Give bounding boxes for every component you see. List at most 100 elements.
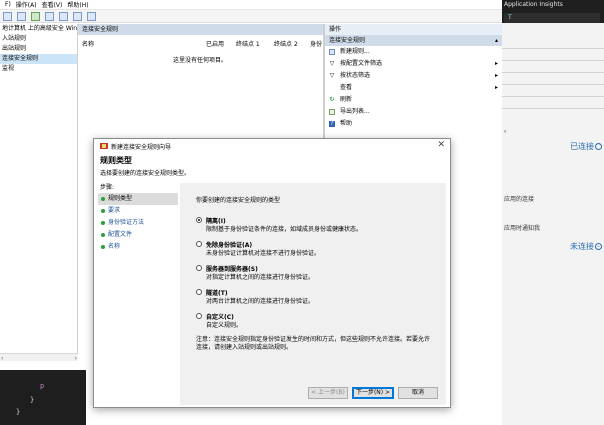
filter-icon: ▽ xyxy=(329,60,335,67)
submenu-arrow-icon: ▸ xyxy=(494,84,498,91)
actions-section-header[interactable]: 连接安全规则 ▴ xyxy=(325,35,502,46)
menu-item-view[interactable]: 查看(V) xyxy=(42,0,63,9)
steps-label: 步骤: xyxy=(100,184,115,191)
radio-custom[interactable] xyxy=(196,313,202,319)
firewall-icon xyxy=(100,143,108,149)
tree-horizontal-scrollbar[interactable]: ‹ › xyxy=(0,353,78,362)
refresh-icon: ↻ xyxy=(329,96,335,103)
menu-bar: F) 操作(A) 查看(V) 帮助(H) xyxy=(0,0,502,10)
background-app-strip: Application Insights T 。 已连接 ⌃ 应用的连接 应用时… xyxy=(502,0,604,425)
wizard-buttons: < 上一步(B) 下一步(N) > 取消 xyxy=(308,387,438,399)
action-help[interactable]: ? 帮助 xyxy=(325,118,502,130)
action-label: 帮助 xyxy=(340,120,353,127)
chevron-up-icon[interactable]: ⌃ xyxy=(595,143,602,150)
properties-icon[interactable] xyxy=(87,11,96,21)
radio-server-to-server[interactable] xyxy=(196,265,202,271)
fragment-text: 。 xyxy=(504,127,511,134)
wizard-content: 你要创建的连接安全规则的类型 隔离(I) 限制基于身份验证条件的连接，如域成员身… xyxy=(180,183,446,405)
step-dot-icon xyxy=(101,209,105,213)
export-icon xyxy=(329,109,335,115)
column-header-name[interactable]: 名称 xyxy=(82,40,94,49)
action-refresh[interactable]: ↻ 刷新 xyxy=(325,94,502,106)
column-header-endpoint1[interactable]: 终结点 1 xyxy=(236,40,260,49)
next-button[interactable]: 下一步(N) > xyxy=(352,387,394,399)
toolbar xyxy=(0,10,502,23)
tree-item-outbound-rules[interactable]: 出站规则 xyxy=(0,44,77,54)
action-label: 刷新 xyxy=(340,96,353,103)
tree-item-inbound-rules[interactable]: 入站规则 xyxy=(0,34,77,44)
disconnected-status: 未连接 xyxy=(570,242,594,251)
actions-section-label: 连接安全规则 xyxy=(329,37,366,44)
question-text: 你要创建的连接安全规则的类型 xyxy=(196,197,281,204)
actions-header: 操作 xyxy=(325,24,502,35)
wizard-steps: 步骤: 规则类型 要求 身份验证方法 配置文件 名称 xyxy=(98,183,178,407)
radio-authentication-exemption[interactable] xyxy=(196,241,202,247)
column-header-enabled[interactable]: 已启用 xyxy=(206,40,224,49)
step-profile[interactable]: 配置文件 xyxy=(98,229,178,241)
step-name[interactable]: 名称 xyxy=(98,241,178,253)
step-authentication-method[interactable]: 身份验证方法 xyxy=(98,217,178,229)
connected-status: 已连接 xyxy=(570,142,594,151)
step-dot-icon xyxy=(101,245,105,249)
action-new-rule[interactable]: 新建规则... xyxy=(325,46,502,58)
dialog-header: 规则类型 选择要创建的连接安全规则类型。 xyxy=(100,155,190,177)
radio-isolation[interactable] xyxy=(196,217,202,223)
menu-item-file[interactable]: F) xyxy=(5,1,11,8)
fragment-text: 应用的连接 xyxy=(504,196,535,203)
code-editor-fragment: p } } xyxy=(0,370,86,425)
action-label: 按配置文件筛选 xyxy=(340,60,383,67)
chevron-down-icon[interactable]: ⌄ xyxy=(595,243,602,250)
cancel-button[interactable]: 取消 xyxy=(398,387,438,399)
dialog-heading: 规则类型 xyxy=(100,156,132,165)
step-dot-icon xyxy=(101,221,105,225)
action-export-list[interactable]: 导出列表... xyxy=(325,106,502,118)
console-tree: 地计算机 上的高级安全 Win 入站规则 出站规则 连接安全规则 监视 xyxy=(0,24,78,360)
scroll-left-icon[interactable]: ‹ xyxy=(1,355,3,362)
fragment-text: 应用时通知我 xyxy=(504,225,541,232)
export-icon[interactable] xyxy=(59,11,68,21)
step-rule-type[interactable]: 规则类型 xyxy=(98,193,178,205)
submenu-arrow-icon: ▸ xyxy=(494,60,498,67)
help-icon[interactable] xyxy=(73,11,82,21)
action-label: 导出列表... xyxy=(340,108,370,115)
vs-titlebar: Application Insights T xyxy=(502,0,604,23)
help-icon: ? xyxy=(329,120,335,127)
scroll-right-icon[interactable]: › xyxy=(75,355,77,362)
dialog-subheading: 选择要创建的连接安全规则类型。 xyxy=(100,170,191,177)
column-header-endpoint2[interactable]: 终结点 2 xyxy=(274,40,298,49)
menu-item-help[interactable]: 帮助(H) xyxy=(67,0,88,9)
dialog-titlebar: 新建连接安全规则向导 ✕ xyxy=(94,139,450,153)
editor-tab[interactable]: T xyxy=(504,13,600,23)
menu-item-action[interactable]: 操作(A) xyxy=(16,0,37,9)
tree-item-connection-security-rules[interactable]: 连接安全规则 xyxy=(0,54,77,64)
tree-item-monitoring[interactable]: 监视 xyxy=(0,64,77,74)
step-requirements[interactable]: 要求 xyxy=(98,205,178,217)
dialog-title: 新建连接安全规则向导 xyxy=(111,144,172,151)
action-filter-by-state[interactable]: ▽ 按状态筛选 ▸ xyxy=(325,70,502,82)
step-dot-icon xyxy=(101,197,105,201)
submenu-arrow-icon: ▸ xyxy=(494,72,498,79)
console-tree-icon[interactable] xyxy=(45,11,54,21)
action-label: 查看 xyxy=(340,84,353,91)
step-dot-icon xyxy=(101,233,105,237)
note-text: 注意：连接安全规则指定身份验证发生的时间和方式，但这些规则不允许连接。若要允许连… xyxy=(196,336,431,351)
empty-list-text: 这里没有任何项目。 xyxy=(173,57,228,64)
app-insights-label[interactable]: Application Insights xyxy=(504,1,563,8)
action-view[interactable]: 查看 ▸ xyxy=(325,82,502,94)
close-icon[interactable]: ✕ xyxy=(437,140,445,150)
rules-panel-title: 连接安全规则 xyxy=(78,24,323,35)
action-label: 新建规则... xyxy=(340,48,370,55)
action-filter-by-profile[interactable]: ▽ 按配置文件筛选 ▸ xyxy=(325,58,502,70)
folder-icon[interactable] xyxy=(31,11,40,21)
collapse-arrow-icon[interactable]: ▴ xyxy=(495,35,498,46)
forward-arrow-icon[interactable] xyxy=(17,11,26,21)
new-rule-icon xyxy=(329,49,335,55)
new-connection-security-rule-wizard: 新建连接安全规则向导 ✕ 规则类型 选择要创建的连接安全规则类型。 步骤: 规则… xyxy=(93,138,451,408)
tree-item-root[interactable]: 地计算机 上的高级安全 Win xyxy=(0,24,77,34)
back-arrow-icon[interactable] xyxy=(3,11,12,21)
radio-tunnel[interactable] xyxy=(196,289,202,295)
action-label: 按状态筛选 xyxy=(340,72,371,79)
back-button[interactable]: < 上一步(B) xyxy=(308,387,348,399)
column-header-auth[interactable]: 身份 xyxy=(310,40,322,49)
filter-icon: ▽ xyxy=(329,72,335,79)
